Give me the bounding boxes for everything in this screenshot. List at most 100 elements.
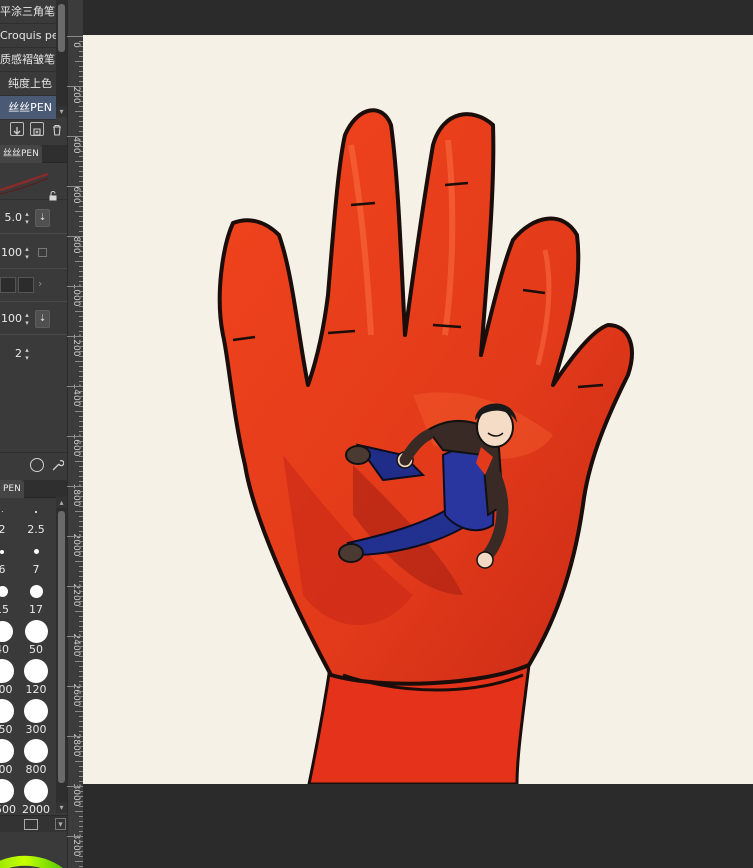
size-label: 100	[0, 683, 13, 696]
vertical-ruler: 0 200 400 600 800 1000 1200 1400 1600 1800 2000 220…	[67, 0, 83, 868]
color-swatch[interactable]	[18, 277, 34, 293]
ruler-tick	[67, 136, 83, 137]
wrench-icon[interactable]	[50, 458, 65, 472]
brush-size-row: 5.0 ▴ ▾ ⇣	[0, 202, 67, 234]
brush-size-cell[interactable]: 250	[0, 697, 16, 736]
ruler-tick	[67, 586, 83, 587]
size-dot	[0, 659, 14, 683]
canvas-paper[interactable]	[83, 35, 753, 784]
color-mode-row: ›	[0, 270, 67, 302]
brush-size-cell[interactable]: 100	[0, 657, 16, 696]
scrollbar-thumb[interactable]	[58, 511, 65, 783]
size-dot	[0, 779, 14, 803]
color-swatch[interactable]	[0, 277, 16, 293]
dial-icon[interactable]	[30, 458, 44, 472]
brush-item[interactable]: Croquis pen	[0, 24, 56, 48]
brush-size-tabbar: PEN	[0, 480, 67, 498]
ruler-tick	[67, 836, 83, 837]
brush-size-cell[interactable]: 40	[0, 617, 16, 656]
size-dot	[0, 621, 13, 642]
brush-size-cell[interactable]: 50	[22, 617, 50, 656]
scrollbar-thumb[interactable]	[58, 4, 65, 52]
ruler-tick	[67, 686, 83, 687]
size-dot	[0, 699, 14, 723]
spinner-icon[interactable]: ▴ ▾	[22, 346, 32, 362]
brush-size-cell[interactable]: 120	[22, 657, 50, 696]
density-row: 100 ▴ ▾ ⇣	[0, 303, 67, 335]
duplicate-icon[interactable]	[30, 122, 44, 136]
brush-size-cell[interactable]: 2.5	[22, 497, 50, 536]
ruler-tick	[75, 411, 83, 412]
import-icon[interactable]	[10, 122, 24, 136]
spinner-icon[interactable]: ▴ ▾	[22, 311, 32, 327]
size-label: 800	[25, 763, 47, 776]
brush-item[interactable]: 平涂三角笔	[0, 0, 56, 24]
spinner-icon[interactable]: ▴ ▾	[22, 210, 32, 226]
brush-size-cell[interactable]: 7	[22, 537, 50, 576]
size-label: 6	[0, 563, 6, 576]
size-dot	[35, 511, 37, 513]
brush-size-scrollbar[interactable]	[56, 497, 67, 813]
chevron-right-icon[interactable]: ›	[38, 277, 42, 290]
brush-size-value[interactable]: 5.0	[0, 210, 23, 226]
density-value[interactable]: 100	[0, 311, 22, 327]
lock-icon[interactable]	[48, 186, 58, 201]
brush-size-cell[interactable]: 17	[22, 577, 50, 616]
scroll-up-arrow-icon[interactable]: ▴	[56, 497, 67, 508]
brush-size-cell[interactable]: 6	[0, 537, 16, 576]
brush-size-cell[interactable]: 1500	[0, 777, 16, 813]
brush-size-cell[interactable]: 15	[0, 577, 16, 616]
color-wheel[interactable]	[0, 832, 67, 868]
brush-item[interactable]: 质感褶皱笔	[0, 48, 56, 72]
brush-size-cell[interactable]: 300	[22, 697, 50, 736]
ruler-tick	[75, 361, 83, 362]
ruler-label-text: 0	[71, 42, 81, 48]
ruler-tick	[75, 61, 83, 62]
size-dot	[24, 699, 48, 723]
scroll-down-arrow-icon[interactable]: ▾	[56, 106, 67, 117]
ruler-tick	[75, 511, 83, 512]
stabilization-value[interactable]: 2	[0, 346, 22, 362]
spinner-icon[interactable]: ▴ ▾	[22, 245, 32, 261]
ruler-tick	[67, 186, 83, 187]
ruler-tick	[75, 211, 83, 212]
ruler-tick	[67, 736, 83, 737]
brush-size-cell[interactable]: 2000	[22, 777, 50, 813]
brush-size-tab[interactable]: PEN	[0, 480, 24, 498]
image-icon[interactable]	[24, 819, 38, 830]
brush-size-cell[interactable]: 2	[0, 497, 16, 536]
ruler-tick	[67, 386, 83, 387]
brush-item[interactable]: 纯度上色	[0, 72, 56, 96]
ruler-tick	[67, 486, 83, 487]
size-label: 120	[25, 683, 47, 696]
pressure-toggle-icon[interactable]: ⇣	[35, 310, 50, 328]
size-dot	[33, 549, 39, 554]
chevron-down-icon[interactable]: ▾	[55, 818, 66, 830]
brush-size-cell[interactable]: 800	[22, 737, 50, 776]
size-label: 50	[29, 643, 43, 656]
brush-item-selected[interactable]: 丝丝PEN	[0, 96, 56, 120]
ruler-tick	[67, 536, 83, 537]
canvas-area[interactable]	[83, 0, 753, 868]
size-dot	[24, 779, 48, 803]
ruler-tick	[67, 36, 83, 37]
ruler-tick	[75, 861, 83, 862]
ruler-tick	[75, 811, 83, 812]
tool-property-tab[interactable]: 丝丝PEN	[0, 145, 42, 163]
size-dot	[0, 550, 4, 554]
illustration	[217, 108, 634, 784]
opacity-value[interactable]: 100	[0, 245, 22, 261]
tool-property-footer	[0, 452, 67, 476]
ruler-tick	[67, 86, 83, 87]
size-label: 40	[0, 643, 9, 656]
ruler-tick	[75, 461, 83, 462]
size-dot	[0, 739, 14, 763]
pressure-toggle-icon[interactable]: ⇣	[35, 209, 50, 227]
brush-size-cell[interactable]: 600	[0, 737, 16, 776]
link-icon[interactable]	[38, 248, 47, 257]
brush-list-scrollbar[interactable]	[56, 0, 67, 108]
ruler-tick	[75, 261, 83, 262]
scroll-down-arrow-icon[interactable]: ▾	[56, 802, 67, 813]
trash-icon[interactable]	[50, 122, 64, 136]
tool-property-tabbar: 丝丝PEN	[0, 145, 67, 163]
